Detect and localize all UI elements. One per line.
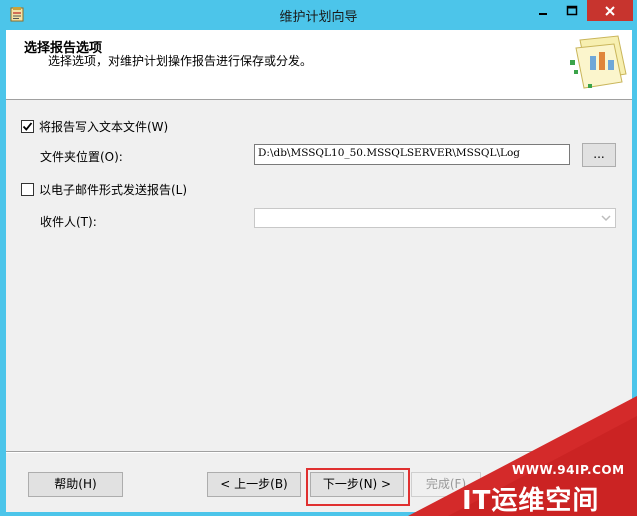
checkmark-icon [22,122,33,131]
email-report-row: 以电子邮件形式发送报告(L) [21,181,187,198]
close-button[interactable] [587,0,633,21]
close-icon [605,5,615,16]
page-subtitle: 选择选项，对维护计划操作报告进行保存或分发。 [48,54,313,68]
write-to-file-row: 将报告写入文本文件(W) [21,118,168,135]
help-button[interactable]: 帮助(H) [28,472,123,497]
browse-folder-button[interactable]: ... [582,143,616,167]
watermark-name: IT运维空间 [462,486,600,516]
email-report-checkbox[interactable] [21,183,34,196]
minimize-button[interactable] [528,0,558,21]
maximize-button[interactable] [558,0,586,21]
page-header: 选择报告选项 选择选项，对维护计划操作报告进行保存或分发。 [6,30,632,100]
folder-location-label: 文件夹位置(O): [40,150,123,164]
folder-location-input[interactable]: D:\db\MSSQL10_50.MSSQLSERVER\MSSQL\Log [254,144,570,165]
write-to-file-checkbox[interactable] [21,120,34,133]
recipient-label: 收件人(T): [40,215,97,229]
wizard-window: 维护计划向导 选择报告选项 选择选项，对维护计划操作报告进行保存或分发。 将报告… [0,0,637,516]
back-button[interactable]: < 上一步(B) [207,472,301,497]
minimize-icon [539,12,547,15]
chevron-down-icon [601,215,611,222]
maximize-icon [566,5,578,15]
report-wizard-icon [570,35,627,89]
write-to-file-label[interactable]: 将报告写入文本文件(W) [39,118,168,135]
email-report-label[interactable]: 以电子邮件形式发送报告(L) [39,181,187,198]
title-bar[interactable]: 维护计划向导 [0,0,637,30]
watermark-url: WWW.94IP.COM [512,463,625,477]
next-button-highlight [306,468,410,506]
recipient-select[interactable] [254,208,616,228]
